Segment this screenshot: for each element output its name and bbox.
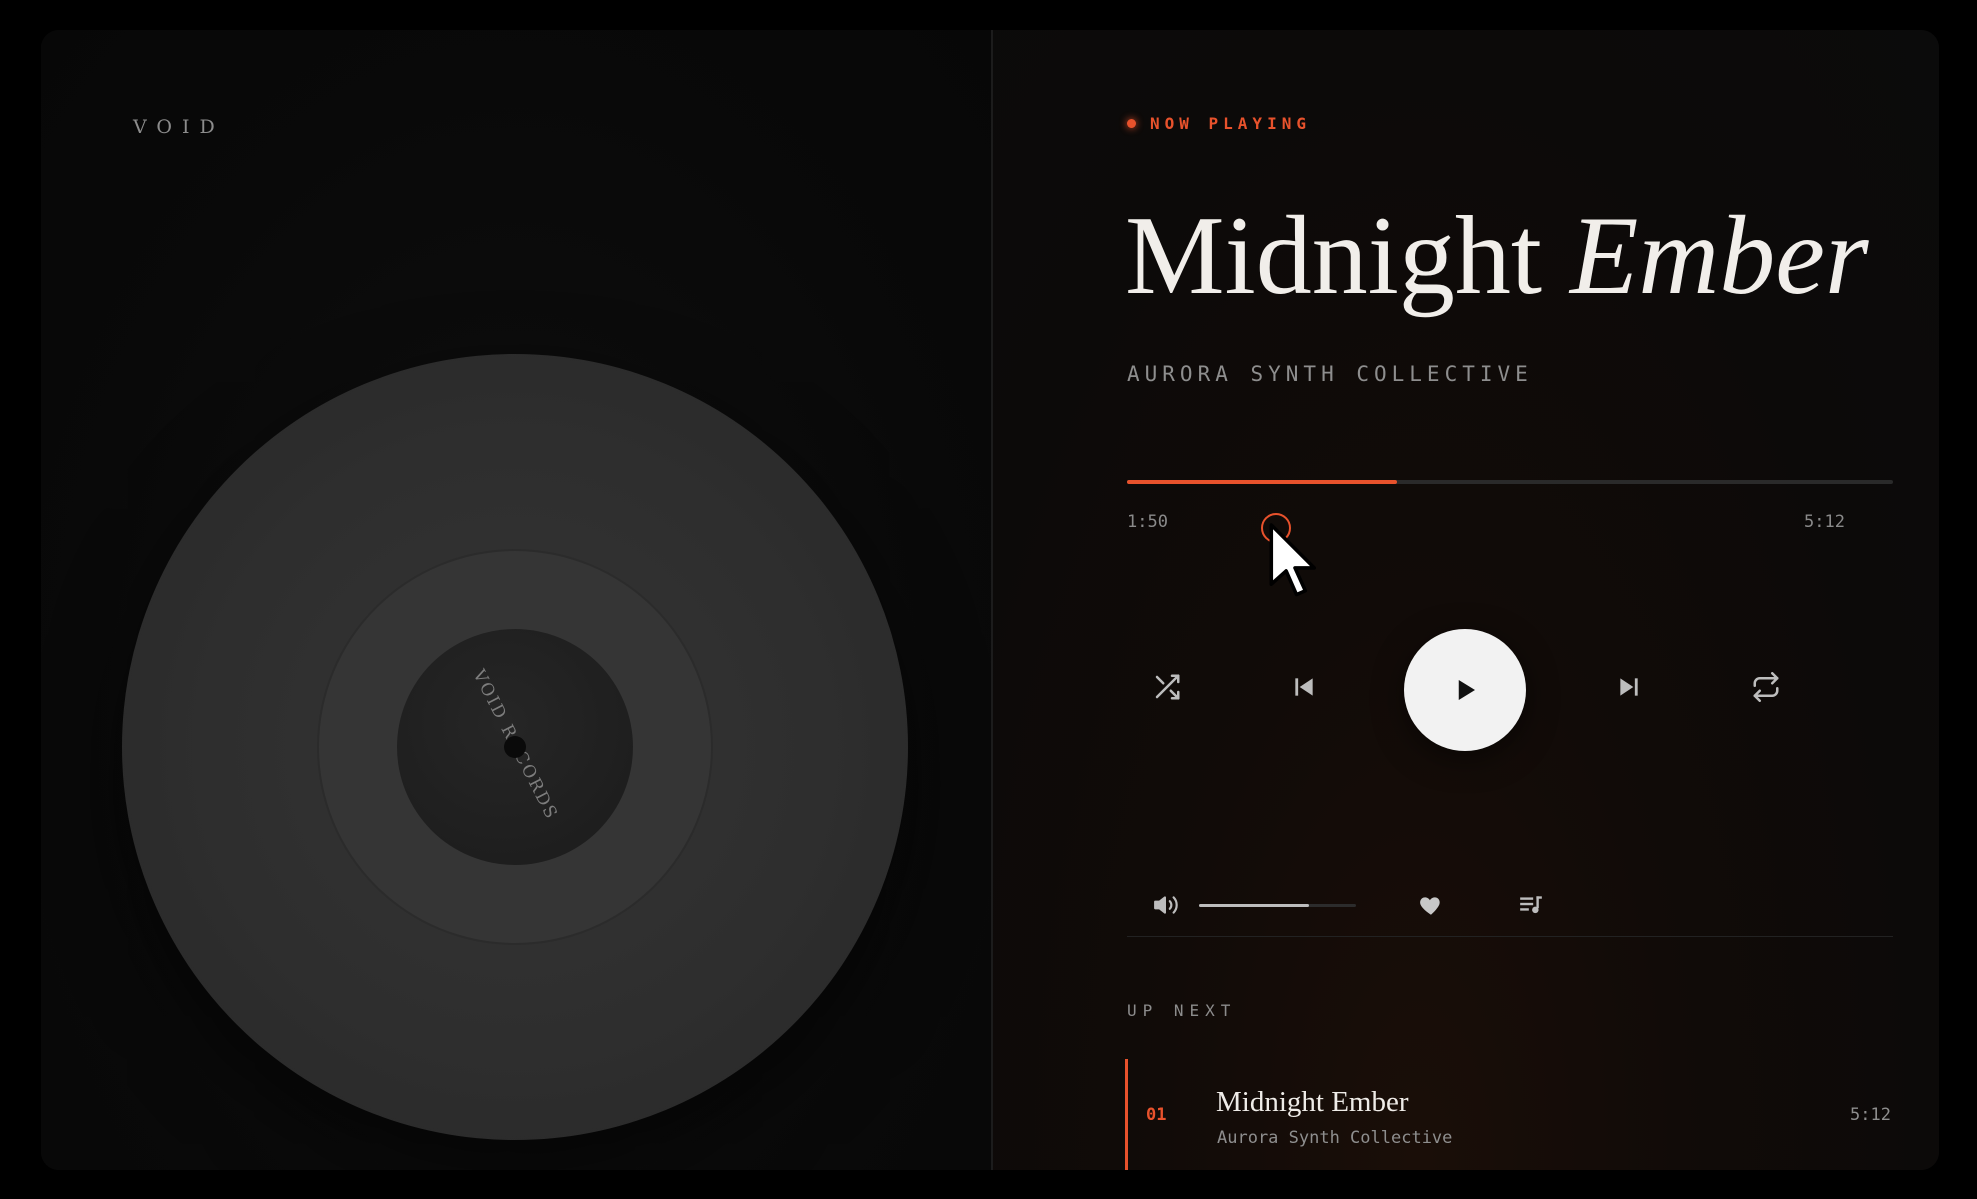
progress-fill: [1127, 480, 1398, 484]
up-next-heading: UP NEXT: [1127, 1001, 1237, 1020]
play-button[interactable]: [1404, 629, 1526, 751]
progress-bar[interactable]: [1127, 480, 1893, 484]
spindle-hole: [504, 736, 526, 758]
live-dot-icon: [1127, 119, 1136, 128]
queue-item-index: 01: [1146, 1105, 1167, 1125]
controls-divider: [1127, 936, 1893, 937]
queue-music-icon: [1520, 896, 1542, 914]
vinyl-label: VOID RECORDS: [397, 629, 633, 865]
track-title: Midnight Ember: [1125, 200, 1869, 312]
brand-logo: VOID: [133, 116, 225, 138]
repeat-icon: [1753, 672, 1779, 702]
track-title-italic: Ember: [1569, 194, 1869, 318]
volume-icon: [1154, 896, 1178, 914]
mouse-cursor-icon: [1268, 522, 1322, 607]
heart-icon: [1420, 897, 1440, 915]
volume-fill: [1199, 904, 1309, 907]
next-button[interactable]: [1605, 663, 1653, 711]
volume-slider[interactable]: [1199, 904, 1356, 907]
queue-item-duration: 5:12: [1850, 1105, 1891, 1125]
skip-next-icon: [1620, 678, 1638, 696]
track-title-regular: Midnight: [1125, 194, 1542, 318]
queue-item[interactable]: 01 Midnight Ember Aurora Synth Collectiv…: [1125, 1059, 1893, 1170]
volume-button[interactable]: [1142, 881, 1190, 929]
active-indicator: [1125, 1059, 1128, 1170]
shuffle-button[interactable]: [1143, 663, 1191, 711]
artist-name: AURORA SYNTH COLLECTIVE: [1127, 362, 1533, 386]
now-playing-badge: NOW PLAYING: [1127, 114, 1311, 133]
repeat-button[interactable]: [1742, 663, 1790, 711]
album-art-panel: VOID VOID RECORDS: [41, 30, 991, 1170]
now-playing-panel: NOW PLAYING Midnight Ember AURORA SYNTH …: [993, 30, 1939, 1170]
vinyl-record: VOID RECORDS: [122, 354, 908, 1140]
queue-item-title: Midnight Ember: [1216, 1086, 1409, 1118]
time-elapsed: 1:50: [1127, 512, 1168, 532]
player-window: VOID VOID RECORDS NOW PLAYING Midnight E…: [41, 30, 1939, 1170]
now-playing-label: NOW PLAYING: [1150, 114, 1311, 133]
time-total: 5:12: [1804, 512, 1845, 532]
previous-button[interactable]: [1280, 663, 1328, 711]
like-button[interactable]: [1407, 881, 1455, 929]
queue-item-artist: Aurora Synth Collective: [1217, 1128, 1453, 1148]
skip-previous-icon: [1295, 678, 1313, 696]
queue-button[interactable]: [1507, 881, 1555, 929]
shuffle-icon: [1155, 674, 1180, 700]
play-icon: [1458, 680, 1475, 700]
